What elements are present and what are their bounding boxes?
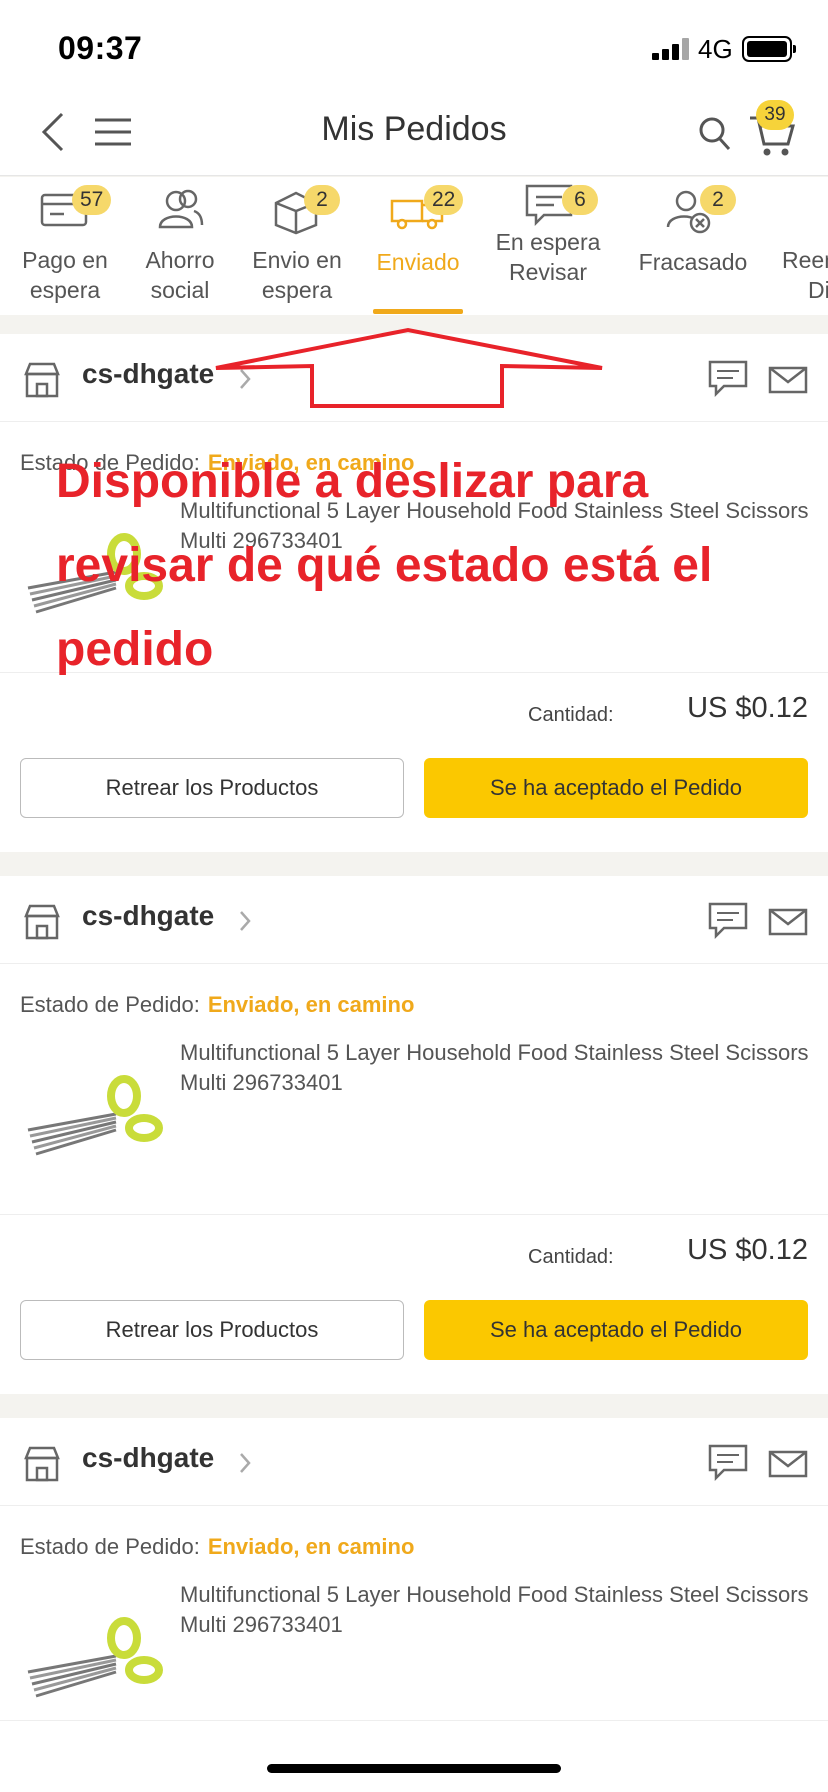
track-products-button[interactable]: Retrear los Productos: [20, 758, 404, 818]
battery-icon: [742, 36, 796, 62]
quantity-label: Cantidad:: [528, 1246, 614, 1268]
cellular-signal-icon: [652, 38, 690, 60]
tab-pago-en-espera[interactable]: 57 Pago en espera: [0, 177, 130, 315]
chat-icon[interactable]: [708, 902, 748, 940]
product-title[interactable]: Multifunctional 5 Layer Household Food S…: [180, 1580, 810, 1640]
cart-count-badge: 39: [756, 100, 794, 130]
tab-badge: 2: [304, 185, 340, 215]
tab-reenvio-partial[interactable]: Reen Di: [776, 177, 828, 315]
product-title[interactable]: Multifunctional 5 Layer Household Food S…: [180, 1038, 810, 1098]
order-price: US $0.12: [687, 692, 808, 724]
order-accepted-button[interactable]: Se ha aceptado el Pedido: [424, 1300, 808, 1360]
mail-icon[interactable]: [768, 908, 808, 936]
group-users-icon: [158, 189, 204, 229]
product-image-scissors[interactable]: [24, 1614, 164, 1704]
store-icon: [24, 1446, 60, 1482]
order-header: cs-dhgate: [0, 1418, 828, 1506]
status-value: Enviado, en camino: [207, 992, 415, 1017]
tab-badge: 2: [700, 185, 736, 215]
tab-label: Envio en: [252, 247, 342, 273]
store-name-link[interactable]: cs-dhgate: [82, 900, 214, 932]
order-accepted-button[interactable]: Se ha aceptado el Pedido: [424, 758, 808, 818]
tab-label: Ahorro: [145, 247, 215, 273]
annotation-text: Disponible a deslizar para revisar de qu…: [56, 455, 713, 676]
tab-label: Pago en: [22, 247, 108, 273]
store-icon: [24, 904, 60, 940]
tab-badge: 22: [424, 185, 464, 215]
tab-label: Enviado: [376, 249, 460, 275]
home-indicator[interactable]: [267, 1764, 561, 1773]
store-name-link[interactable]: cs-dhgate: [82, 1442, 214, 1474]
chevron-right-icon[interactable]: [238, 910, 252, 932]
network-type: 4G: [698, 34, 733, 64]
annotation-arrow: [215, 327, 603, 408]
status-bar: 09:37 4G: [0, 0, 828, 88]
order-price: US $0.12: [687, 1234, 808, 1266]
tab-label: social: [150, 277, 210, 303]
tab-label: Reen: [782, 247, 828, 273]
tab-enviado[interactable]: 22 Enviado: [366, 177, 470, 315]
chevron-right-icon[interactable]: [238, 1452, 252, 1474]
tab-badge: 57: [72, 185, 112, 215]
order-status-tabs: 57 Pago en espera Ahorro social 2 Envio …: [0, 177, 828, 315]
tab-ahorro-social[interactable]: Ahorro social: [130, 177, 230, 315]
order-card: cs-dhgate Estado de Pedido: Enviado, en c…: [0, 876, 828, 1394]
order-card: cs-dhgate Estado de Pedido: Enviado, en c…: [0, 1418, 828, 1792]
tab-fracasado[interactable]: 2 Fracasado: [626, 177, 760, 315]
divider: [0, 1214, 828, 1215]
clock: 09:37: [58, 30, 143, 66]
tab-label: Revisar: [509, 259, 587, 285]
tab-envio-en-espera[interactable]: 2 Envio en espera: [238, 177, 356, 315]
navigation-bar: Mis Pedidos 39: [0, 88, 828, 176]
status-value: Enviado, en camino: [207, 1534, 415, 1559]
divider: [0, 1720, 828, 1721]
tab-badge: 6: [562, 185, 598, 215]
chat-icon[interactable]: [708, 1444, 748, 1482]
order-header: cs-dhgate: [0, 876, 828, 964]
product-image-scissors[interactable]: [24, 1072, 164, 1162]
tab-label: espera: [29, 277, 101, 303]
quantity-label: Cantidad:: [528, 704, 614, 726]
mail-icon[interactable]: [768, 1450, 808, 1478]
active-tab-indicator: [373, 309, 463, 314]
tab-en-espera-revisar[interactable]: 6 En espera Revisar: [480, 177, 616, 315]
track-products-button[interactable]: Retrear los Productos: [20, 1300, 404, 1360]
search-icon[interactable]: [698, 116, 732, 152]
order-status: Estado de Pedido: Enviado, en camino: [20, 1534, 415, 1559]
tab-label: espera: [261, 277, 333, 303]
tab-label: En espera: [495, 229, 601, 255]
order-status: Estado de Pedido: Enviado, en camino: [20, 992, 415, 1017]
tab-label: Di: [808, 277, 828, 303]
tab-label: Fracasado: [638, 249, 748, 275]
